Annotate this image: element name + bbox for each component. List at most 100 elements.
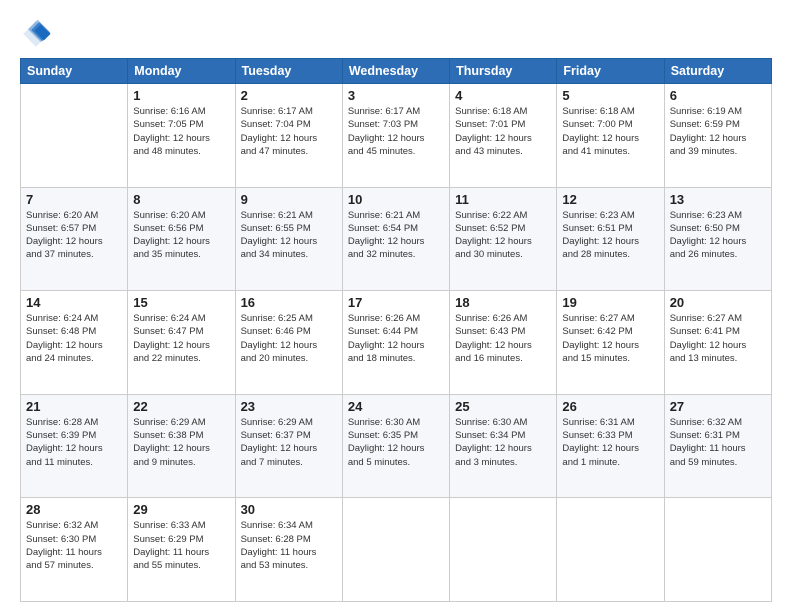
calendar-cell: 9 Sunrise: 6:21 AM Sunset: 6:55 PM Daylig… [235,187,342,291]
week-row-1: 1 Sunrise: 6:16 AM Sunset: 7:05 PM Daylig… [21,84,772,188]
weekday-header-saturday: Saturday [664,59,771,84]
calendar-cell: 30 Sunrise: 6:34 AM Sunset: 6:28 PM Dayli… [235,498,342,602]
week-row-3: 14 Sunrise: 6:24 AM Sunset: 6:48 PM Dayli… [21,291,772,395]
day-info: Sunrise: 6:30 AM Sunset: 6:35 PM Dayligh… [348,416,444,469]
calendar-cell: 12 Sunrise: 6:23 AM Sunset: 6:51 PM Dayli… [557,187,664,291]
calendar-cell: 15Sunrise: 6:24 AM Sunset: 6:47 PM Dayli… [128,291,235,395]
calendar-cell: 13 Sunrise: 6:23 AM Sunset: 6:50 PM Dayli… [664,187,771,291]
day-number: 13 [670,192,766,207]
day-number: 16 [241,295,337,310]
day-number: 28 [26,502,122,517]
day-info: Sunrise: 6:23 AM Sunset: 6:50 PM Dayligh… [670,209,766,262]
calendar-cell: 22 Sunrise: 6:29 AM Sunset: 6:38 PM Dayli… [128,394,235,498]
day-number: 19 [562,295,658,310]
day-number: 9 [241,192,337,207]
calendar-cell [557,498,664,602]
day-info: Sunrise: 6:30 AM Sunset: 6:34 PM Dayligh… [455,416,551,469]
calendar-cell: 28Sunrise: 6:32 AM Sunset: 6:30 PM Dayli… [21,498,128,602]
day-info: Sunrise: 6:24 AM Sunset: 6:48 PM Dayligh… [26,312,122,365]
day-number: 4 [455,88,551,103]
weekday-header-thursday: Thursday [450,59,557,84]
calendar-table: SundayMondayTuesdayWednesdayThursdayFrid… [20,58,772,602]
day-number: 5 [562,88,658,103]
calendar-cell: 26 Sunrise: 6:31 AM Sunset: 6:33 PM Dayli… [557,394,664,498]
weekday-header-monday: Monday [128,59,235,84]
day-number: 25 [455,399,551,414]
day-number: 26 [562,399,658,414]
day-info: Sunrise: 6:18 AM Sunset: 7:01 PM Dayligh… [455,105,551,158]
day-info: Sunrise: 6:28 AM Sunset: 6:39 PM Dayligh… [26,416,122,469]
weekday-header-tuesday: Tuesday [235,59,342,84]
day-info: Sunrise: 6:25 AM Sunset: 6:46 PM Dayligh… [241,312,337,365]
calendar-cell: 29Sunrise: 6:33 AM Sunset: 6:29 PM Dayli… [128,498,235,602]
day-info: Sunrise: 6:26 AM Sunset: 6:44 PM Dayligh… [348,312,444,365]
day-number: 12 [562,192,658,207]
day-info: Sunrise: 6:20 AM Sunset: 6:57 PM Dayligh… [26,209,122,262]
calendar-cell: 11 Sunrise: 6:22 AM Sunset: 6:52 PM Dayli… [450,187,557,291]
day-info: Sunrise: 6:22 AM Sunset: 6:52 PM Dayligh… [455,209,551,262]
day-number: 23 [241,399,337,414]
day-info: Sunrise: 6:27 AM Sunset: 6:41 PM Dayligh… [670,312,766,365]
calendar-cell [664,498,771,602]
day-info: Sunrise: 6:26 AM Sunset: 6:43 PM Dayligh… [455,312,551,365]
day-info: Sunrise: 6:23 AM Sunset: 6:51 PM Dayligh… [562,209,658,262]
calendar-cell: 10Sunrise: 6:21 AM Sunset: 6:54 PM Dayli… [342,187,449,291]
day-info: Sunrise: 6:21 AM Sunset: 6:55 PM Dayligh… [241,209,337,262]
day-info: Sunrise: 6:17 AM Sunset: 7:03 PM Dayligh… [348,105,444,158]
day-number: 8 [133,192,229,207]
day-info: Sunrise: 6:24 AM Sunset: 6:47 PM Dayligh… [133,312,229,365]
logo-icon [20,18,52,50]
day-number: 24 [348,399,444,414]
day-info: Sunrise: 6:27 AM Sunset: 6:42 PM Dayligh… [562,312,658,365]
week-row-4: 21 Sunrise: 6:28 AM Sunset: 6:39 PM Dayli… [21,394,772,498]
day-number: 21 [26,399,122,414]
calendar-cell: 8 Sunrise: 6:20 AM Sunset: 6:56 PM Daylig… [128,187,235,291]
day-info: Sunrise: 6:20 AM Sunset: 6:56 PM Dayligh… [133,209,229,262]
calendar-cell: 20 Sunrise: 6:27 AM Sunset: 6:41 PM Dayli… [664,291,771,395]
week-row-2: 7 Sunrise: 6:20 AM Sunset: 6:57 PM Daylig… [21,187,772,291]
calendar-cell: 21 Sunrise: 6:28 AM Sunset: 6:39 PM Dayli… [21,394,128,498]
calendar-cell: 1 Sunrise: 6:16 AM Sunset: 7:05 PM Daylig… [128,84,235,188]
calendar-cell [450,498,557,602]
logo [20,18,58,50]
day-info: Sunrise: 6:31 AM Sunset: 6:33 PM Dayligh… [562,416,658,469]
calendar-cell: 23 Sunrise: 6:29 AM Sunset: 6:37 PM Dayli… [235,394,342,498]
calendar-cell: 7 Sunrise: 6:20 AM Sunset: 6:57 PM Daylig… [21,187,128,291]
calendar-cell: 24 Sunrise: 6:30 AM Sunset: 6:35 PM Dayli… [342,394,449,498]
day-info: Sunrise: 6:32 AM Sunset: 6:31 PM Dayligh… [670,416,766,469]
calendar-cell: 4 Sunrise: 6:18 AM Sunset: 7:01 PM Daylig… [450,84,557,188]
day-info: Sunrise: 6:21 AM Sunset: 6:54 PM Dayligh… [348,209,444,262]
day-info: Sunrise: 6:29 AM Sunset: 6:38 PM Dayligh… [133,416,229,469]
calendar-cell: 25 Sunrise: 6:30 AM Sunset: 6:34 PM Dayli… [450,394,557,498]
day-number: 7 [26,192,122,207]
day-number: 14 [26,295,122,310]
calendar-cell: 5Sunrise: 6:18 AM Sunset: 7:00 PM Daylig… [557,84,664,188]
day-number: 22 [133,399,229,414]
weekday-header-row: SundayMondayTuesdayWednesdayThursdayFrid… [21,59,772,84]
calendar-cell: 14 Sunrise: 6:24 AM Sunset: 6:48 PM Dayli… [21,291,128,395]
day-number: 1 [133,88,229,103]
day-number: 17 [348,295,444,310]
day-number: 20 [670,295,766,310]
header [20,18,772,50]
calendar-cell: 6 Sunrise: 6:19 AM Sunset: 6:59 PM Daylig… [664,84,771,188]
day-number: 2 [241,88,337,103]
day-info: Sunrise: 6:16 AM Sunset: 7:05 PM Dayligh… [133,105,229,158]
calendar-cell: 17 Sunrise: 6:26 AM Sunset: 6:44 PM Dayli… [342,291,449,395]
page: SundayMondayTuesdayWednesdayThursdayFrid… [0,0,792,612]
day-info: Sunrise: 6:29 AM Sunset: 6:37 PM Dayligh… [241,416,337,469]
calendar-cell: 16 Sunrise: 6:25 AM Sunset: 6:46 PM Dayli… [235,291,342,395]
day-info: Sunrise: 6:17 AM Sunset: 7:04 PM Dayligh… [241,105,337,158]
calendar-cell: 2 Sunrise: 6:17 AM Sunset: 7:04 PM Daylig… [235,84,342,188]
day-number: 27 [670,399,766,414]
day-number: 6 [670,88,766,103]
calendar-cell [342,498,449,602]
day-info: Sunrise: 6:34 AM Sunset: 6:28 PM Dayligh… [241,519,337,572]
day-info: Sunrise: 6:19 AM Sunset: 6:59 PM Dayligh… [670,105,766,158]
week-row-5: 28Sunrise: 6:32 AM Sunset: 6:30 PM Dayli… [21,498,772,602]
day-number: 30 [241,502,337,517]
day-number: 11 [455,192,551,207]
calendar-cell: 18Sunrise: 6:26 AM Sunset: 6:43 PM Dayli… [450,291,557,395]
weekday-header-wednesday: Wednesday [342,59,449,84]
calendar-cell: 3Sunrise: 6:17 AM Sunset: 7:03 PM Daylig… [342,84,449,188]
